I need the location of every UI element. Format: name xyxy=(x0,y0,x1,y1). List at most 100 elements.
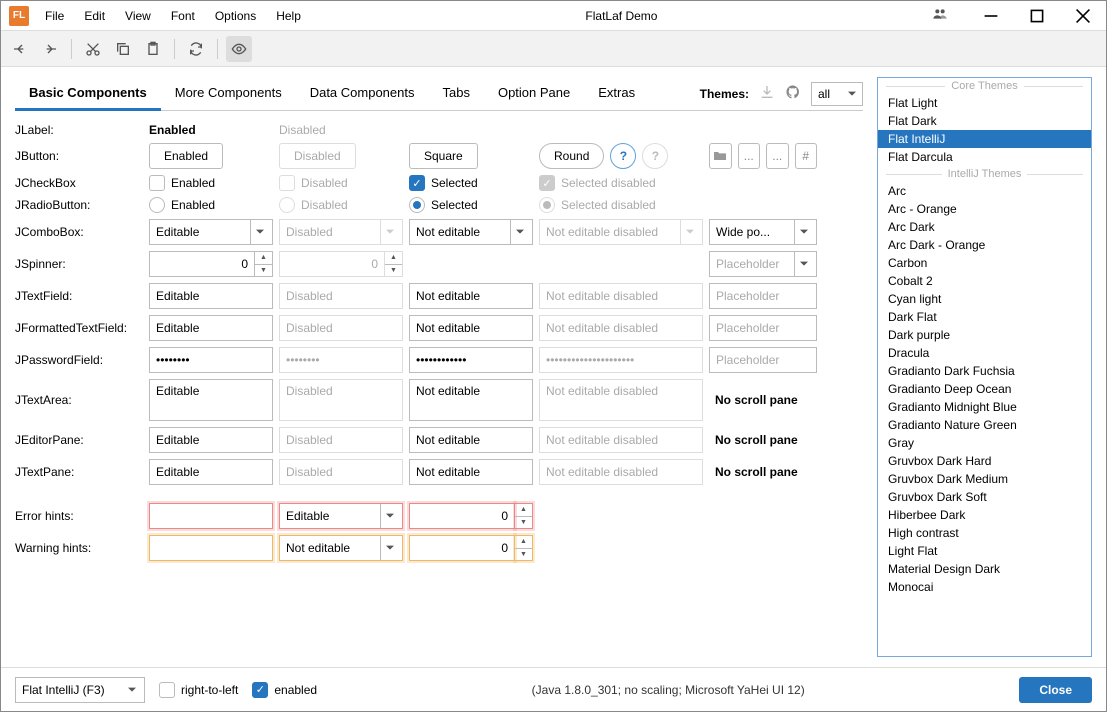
square-button[interactable]: Square xyxy=(409,143,478,169)
tab-option-pane[interactable]: Option Pane xyxy=(484,77,584,110)
theme-item[interactable]: Monocai xyxy=(878,578,1091,596)
textpane-editable[interactable]: Editable xyxy=(149,459,273,485)
minimize-button[interactable] xyxy=(968,1,1014,31)
textpane-no-scroll: No scroll pane xyxy=(709,461,817,483)
rtl-checkbox[interactable] xyxy=(159,682,175,698)
formatted-editable[interactable]: Editable xyxy=(149,315,273,341)
theme-item[interactable]: Gruvbox Dark Hard xyxy=(878,452,1091,470)
eye-icon[interactable] xyxy=(226,36,252,62)
more-button-2[interactable]: ... xyxy=(766,143,789,169)
jbutton-label: JButton: xyxy=(15,149,143,163)
status-theme-combo[interactable]: Flat IntelliJ (F3) xyxy=(15,677,145,703)
theme-item[interactable]: Flat Dark xyxy=(878,112,1091,130)
folder-icon[interactable] xyxy=(709,143,732,169)
tab-extras[interactable]: Extras xyxy=(584,77,649,110)
theme-item[interactable]: Cyan light xyxy=(878,290,1091,308)
checkbox-enabled[interactable] xyxy=(149,175,165,191)
menu-file[interactable]: File xyxy=(35,1,74,31)
editor-not-editable-disabled: Not editable disabled xyxy=(539,427,703,453)
hash-button[interactable]: # xyxy=(795,143,818,169)
textarea-disabled: Disabled xyxy=(279,379,403,421)
menu-font[interactable]: Font xyxy=(161,1,205,31)
textarea-editable[interactable]: Editable xyxy=(149,379,273,421)
content-area: Basic Components More Components Data Co… xyxy=(1,67,1106,667)
menu-edit[interactable]: Edit xyxy=(74,1,115,31)
download-icon[interactable] xyxy=(759,84,775,103)
tab-tabs[interactable]: Tabs xyxy=(428,77,483,110)
theme-item[interactable]: High contrast xyxy=(878,524,1091,542)
error-combo[interactable]: Editable xyxy=(279,503,403,529)
combo-disabled: Disabled xyxy=(279,219,403,245)
theme-item[interactable]: Dracula xyxy=(878,344,1091,362)
spinner-enabled[interactable]: 0▲▼ xyxy=(149,251,273,277)
formatted-placeholder[interactable]: Placeholder xyxy=(709,315,817,341)
close-window-button[interactable] xyxy=(1060,1,1106,31)
core-themes-header: Core Themes xyxy=(878,78,1091,94)
theme-item[interactable]: Flat Darcula xyxy=(878,148,1091,166)
error-spinner[interactable]: 0▲▼ xyxy=(409,503,533,529)
theme-item[interactable]: Dark Flat xyxy=(878,308,1091,326)
theme-item[interactable]: Light Flat xyxy=(878,542,1091,560)
github-icon[interactable] xyxy=(785,84,801,103)
theme-item[interactable]: Arc - Orange xyxy=(878,200,1091,218)
password-editable[interactable]: •••••••• xyxy=(149,347,273,373)
textfield-editable[interactable]: Editable xyxy=(149,283,273,309)
forward-icon[interactable] xyxy=(37,36,63,62)
theme-item[interactable]: Gray xyxy=(878,434,1091,452)
tab-more-components[interactable]: More Components xyxy=(161,77,296,110)
menu-help[interactable]: Help xyxy=(266,1,311,31)
radio-enabled[interactable] xyxy=(149,197,165,213)
themes-filter-combo[interactable]: all xyxy=(811,82,863,106)
theme-item[interactable]: Dark purple xyxy=(878,326,1091,344)
theme-item[interactable]: Cobalt 2 xyxy=(878,272,1091,290)
radio-selected[interactable] xyxy=(409,197,425,213)
spinner-placeholder-combo[interactable]: Placeholder xyxy=(709,251,817,277)
combo-wide[interactable]: Wide po... xyxy=(709,219,817,245)
theme-item[interactable]: Flat Light xyxy=(878,94,1091,112)
themes-list[interactable]: Core ThemesFlat LightFlat DarkFlat Intel… xyxy=(877,77,1092,657)
theme-item[interactable]: Gradianto Deep Ocean xyxy=(878,380,1091,398)
cut-icon[interactable] xyxy=(80,36,106,62)
tab-basic-components[interactable]: Basic Components xyxy=(15,77,161,110)
copy-icon[interactable] xyxy=(110,36,136,62)
theme-item[interactable]: Gradianto Midnight Blue xyxy=(878,398,1091,416)
paste-icon[interactable] xyxy=(140,36,166,62)
jcombo-label: JComboBox: xyxy=(15,225,143,239)
warning-spinner[interactable]: 0▲▼ xyxy=(409,535,533,561)
close-button[interactable]: Close xyxy=(1019,677,1092,703)
tab-data-components[interactable]: Data Components xyxy=(296,77,429,110)
theme-item[interactable]: Flat IntelliJ xyxy=(878,130,1091,148)
jtextpane-label: JTextPane: xyxy=(15,465,143,479)
textfield-placeholder[interactable]: Placeholder xyxy=(709,283,817,309)
help-button[interactable]: ? xyxy=(610,143,636,169)
theme-item[interactable]: Hiberbee Dark xyxy=(878,506,1091,524)
menu-view[interactable]: View xyxy=(115,1,161,31)
error-textfield[interactable] xyxy=(149,503,273,529)
users-icon[interactable] xyxy=(932,6,948,25)
theme-item[interactable]: Gruvbox Dark Medium xyxy=(878,470,1091,488)
themes-label: Themes: xyxy=(700,87,749,101)
menu-options[interactable]: Options xyxy=(205,1,266,31)
theme-item[interactable]: Arc xyxy=(878,182,1091,200)
combo-editable[interactable]: Editable xyxy=(149,219,273,245)
more-button-1[interactable]: ... xyxy=(738,143,761,169)
theme-item[interactable]: Material Design Dark xyxy=(878,560,1091,578)
refresh-icon[interactable] xyxy=(183,36,209,62)
editor-editable[interactable]: Editable xyxy=(149,427,273,453)
enabled-button[interactable]: Enabled xyxy=(149,143,223,169)
enabled-checkbox[interactable]: ✓ xyxy=(252,682,268,698)
back-icon[interactable] xyxy=(7,36,33,62)
checkbox-selected[interactable]: ✓ xyxy=(409,175,425,191)
password-placeholder[interactable]: Placeholder xyxy=(709,347,817,373)
warning-combo[interactable]: Not editable xyxy=(279,535,403,561)
round-button[interactable]: Round xyxy=(539,143,604,169)
theme-item[interactable]: Gruvbox Dark Soft xyxy=(878,488,1091,506)
combo-not-editable[interactable]: Not editable xyxy=(409,219,533,245)
theme-item[interactable]: Arc Dark - Orange xyxy=(878,236,1091,254)
maximize-button[interactable] xyxy=(1014,1,1060,31)
theme-item[interactable]: Gradianto Dark Fuchsia xyxy=(878,362,1091,380)
warning-textfield[interactable] xyxy=(149,535,273,561)
theme-item[interactable]: Arc Dark xyxy=(878,218,1091,236)
theme-item[interactable]: Gradianto Nature Green xyxy=(878,416,1091,434)
theme-item[interactable]: Carbon xyxy=(878,254,1091,272)
